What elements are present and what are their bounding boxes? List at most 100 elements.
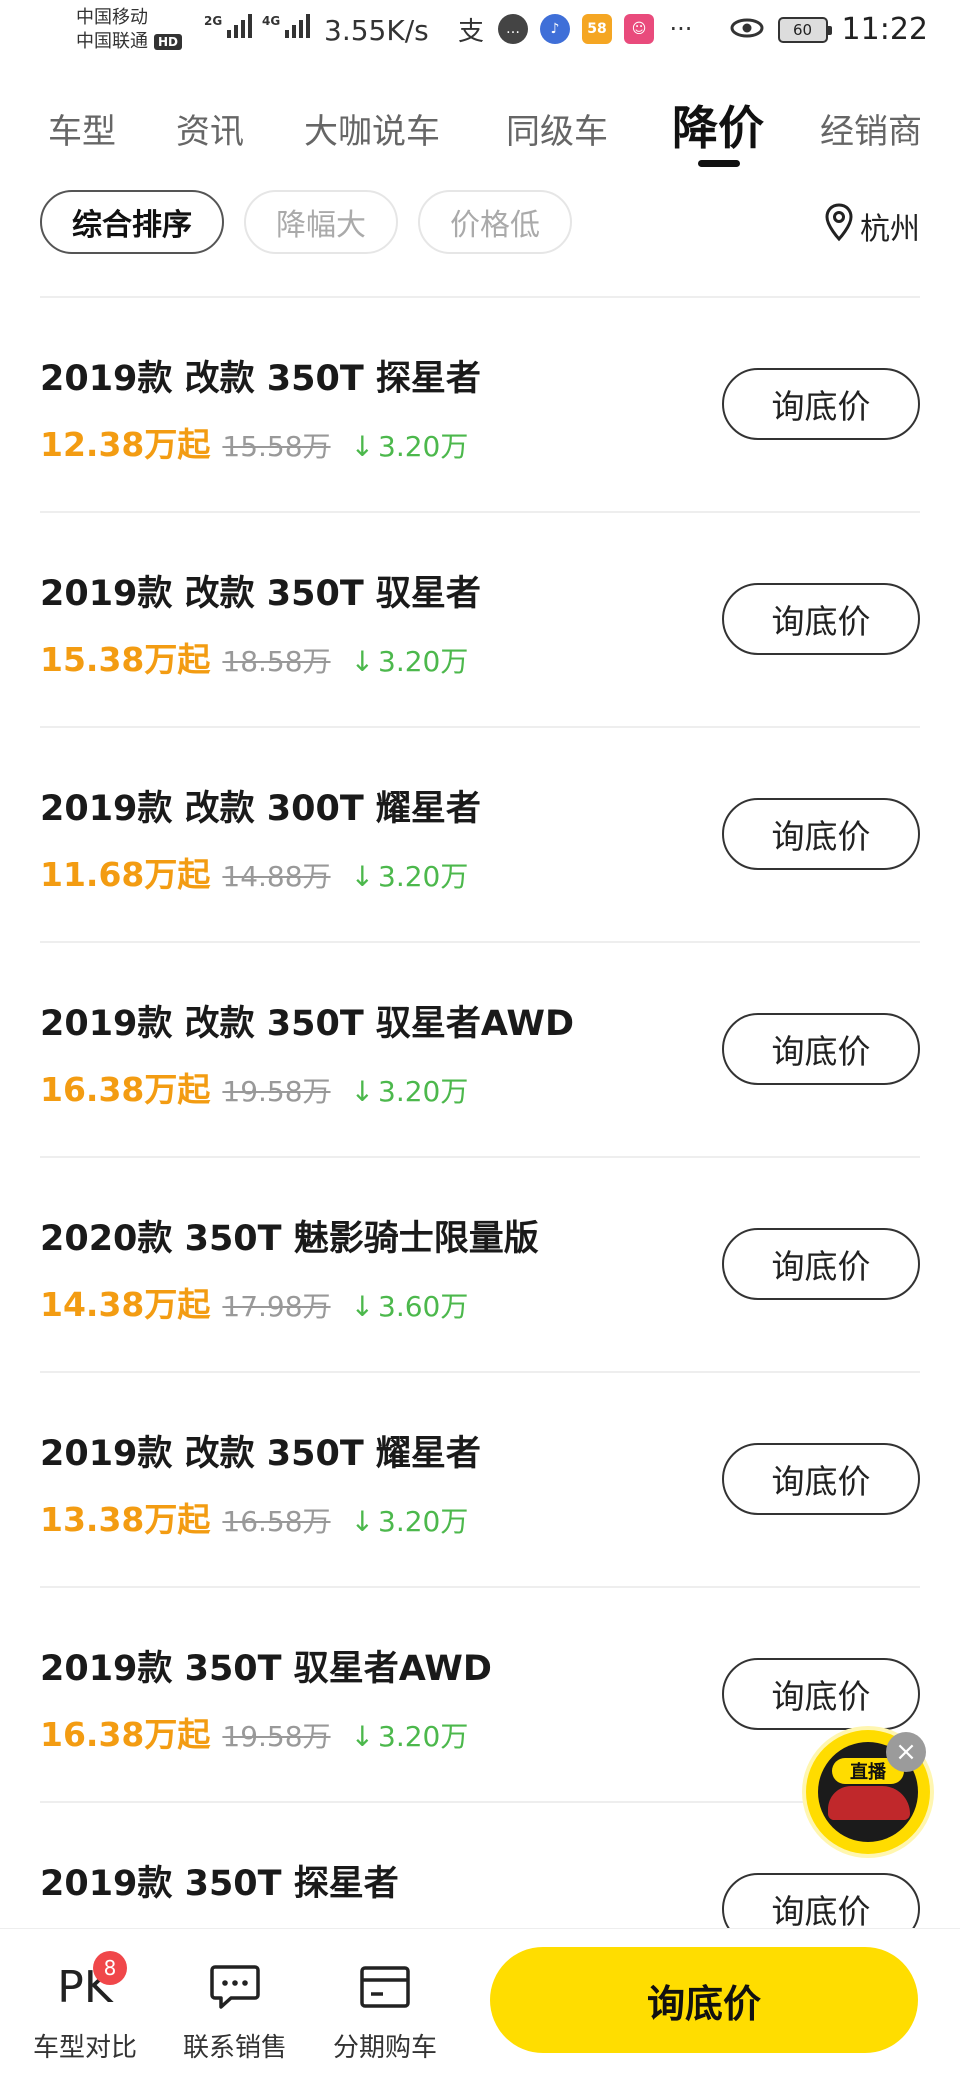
active-tab-indicator [698,160,740,167]
price-row: 11.68万起 14.88万 ↓ 3.20万 [40,848,468,896]
inquire-price-button[interactable]: 询底价 [722,798,920,870]
trim-title: 2019款 350T 探星者 [40,1864,399,1904]
compare-count-badge: 8 [93,1951,127,1985]
face-app-icon: ☺ [624,14,654,44]
app-58-icon: 58 [582,14,612,44]
tab-same-class[interactable]: 同级车 [506,104,608,153]
price-drop: ↓ 3.60万 [351,1285,469,1325]
list-item[interactable]: 2020款 350T 魅影骑士限量版 14.38万起 17.98万 ↓ 3.60万… [40,1158,920,1373]
drop-amount: 3.20万 [378,860,469,893]
tab-models[interactable]: 车型 [48,104,116,153]
arrow-down-icon: ↓ [350,430,375,463]
current-price: 12.38万起 [40,425,211,464]
car-thumbnail-icon [828,1786,910,1820]
sort-overall-chip[interactable]: 综合排序 [40,190,224,254]
carrier-2: 中国联通 [76,31,148,52]
status-right: 60 11:22 [730,12,928,47]
tab-dealers[interactable]: 经销商 [820,104,922,153]
trim-title: 2019款 改款 350T 驭星者 [40,574,481,614]
installment-purchase-button[interactable]: 分期购车 [330,1959,440,2064]
sort-biggest-drop-chip[interactable]: 降幅大 [244,190,398,254]
inquire-price-button[interactable]: 询底价 [722,583,920,655]
inquire-price-cta-button[interactable]: 询底价 [490,1947,918,2053]
list-item[interactable]: 2019款 改款 350T 驭星者AWD 16.38万起 19.58万 ↓ 3.2… [40,943,920,1158]
net-tag-2g: 2G [204,14,223,28]
original-price: 16.58万 [222,1505,331,1538]
top-tabs: 车型 资讯 大咖说车 同级车 降价 经销商 [0,88,960,168]
inquire-price-button[interactable]: 询底价 [722,1228,920,1300]
list-item[interactable]: 2019款 350T 驭星者AWD 16.38万起 19.58万 ↓ 3.20万 … [40,1588,920,1803]
arrow-down-icon: ↓ [350,645,375,678]
compare-label: 车型对比 [32,2033,137,2063]
price-row: 14.38万起 17.98万 ↓ 3.60万 [40,1278,468,1326]
arrow-down-icon: ↓ [350,860,375,893]
carrier-info: 中国移动 中国联通 HD [76,6,183,54]
drop-amount: 3.20万 [378,1075,469,1108]
drop-amount: 3.20万 [378,645,469,678]
status-bar: 中国移动 中国联通 HD 2G 4G 3.55K/s 支 … ♪ 58 ☺ ··… [0,0,960,64]
original-price: 17.98万 [222,1290,331,1323]
message-icon [205,1959,265,2015]
pk-icon: PK 8 [55,1951,127,2015]
compare-models-button[interactable]: PK 8 车型对比 [30,1951,140,2064]
price-drop: ↓ 3.20万 [351,855,469,895]
clock: 11:22 [841,12,928,47]
price-row: 16.38万起 19.58万 ↓ 3.20万 [40,1063,468,1111]
arrow-down-icon: ↓ [350,1505,375,1538]
network-speed: 3.55K/s [324,14,429,47]
current-price: 13.38万起 [40,1500,211,1539]
list-item[interactable]: 2019款 改款 350T 耀星者 13.38万起 16.58万 ↓ 3.20万 … [40,1373,920,1588]
music-icon: ♪ [540,14,570,44]
list-item[interactable]: 2019款 改款 350T 驭星者 15.38万起 18.58万 ↓ 3.20万 … [40,513,920,728]
trim-title: 2019款 350T 驭星者AWD [40,1649,492,1689]
installment-label: 分期购车 [332,2033,437,2063]
contact-sales-label: 联系销售 [182,2033,287,2063]
location-selector[interactable]: 杭州 [824,202,920,250]
signal-2g-icon: 2G [204,14,253,38]
eye-icon [730,12,764,47]
location-city: 杭州 [860,212,920,247]
notification-icons: 支 … ♪ 58 ☺ ··· [456,14,696,47]
trim-title: 2019款 改款 350T 耀星者 [40,1434,481,1474]
inquire-price-button[interactable]: 询底价 [722,1013,920,1085]
original-price: 18.58万 [222,645,331,678]
arrow-down-icon: ↓ [350,1075,375,1108]
inquire-price-button[interactable]: 询底价 [722,368,920,440]
list-item[interactable]: 2019款 改款 350T 探星者 12.38万起 15.58万 ↓ 3.20万 … [40,298,920,513]
chat-bubble-icon: … [498,14,528,44]
price-row: 16.38万起 19.58万 ↓ 3.20万 [40,1708,468,1756]
price-row: 15.38万起 18.58万 ↓ 3.20万 [40,633,468,681]
inquire-price-button[interactable]: 询底价 [722,1443,920,1515]
drop-amount: 3.20万 [378,1720,469,1753]
original-price: 19.58万 [222,1720,331,1753]
tab-news[interactable]: 资讯 [176,104,244,153]
tab-price-drop[interactable]: 降价 [672,92,764,158]
close-icon[interactable]: × [886,1732,926,1772]
price-row: 12.38万起 15.58万 ↓ 3.20万 [40,418,468,466]
price-drop: ↓ 3.20万 [351,1070,469,1110]
net-tag-4g: 4G [262,14,281,28]
current-price: 16.38万起 [40,1070,211,1109]
signal-4g-icon: 4G [262,14,311,38]
location-pin-icon [824,202,854,250]
current-price: 14.38万起 [40,1285,211,1324]
trim-title: 2019款 改款 350T 驭星者AWD [40,1004,575,1044]
sort-lowest-price-chip[interactable]: 价格低 [418,190,572,254]
price-drop: ↓ 3.20万 [351,1715,469,1755]
trim-title: 2019款 改款 300T 耀星者 [40,789,481,829]
bottom-action-bar: PK 8 车型对比 联系销售 分期购车 询底价 [0,1928,960,2080]
price-drop-list: 2019款 改款 350T 探星者 12.38万起 15.58万 ↓ 3.20万 … [40,298,920,2018]
drop-amount: 3.20万 [378,430,469,463]
sort-filters: 综合排序 降幅大 价格低 [40,190,572,254]
arrow-down-icon: ↓ [350,1720,375,1753]
current-price: 11.68万起 [40,855,211,894]
price-drop: ↓ 3.20万 [351,425,469,465]
contact-sales-button[interactable]: 联系销售 [180,1959,290,2064]
inquire-price-button[interactable]: 询底价 [722,1658,920,1730]
carrier-1: 中国移动 [76,7,148,28]
tab-expert-reviews[interactable]: 大咖说车 [304,104,440,153]
original-price: 15.58万 [222,430,331,463]
trim-title: 2019款 改款 350T 探星者 [40,359,481,399]
arrow-down-icon: ↓ [350,1290,375,1323]
list-item[interactable]: 2019款 改款 300T 耀星者 11.68万起 14.88万 ↓ 3.20万 … [40,728,920,943]
